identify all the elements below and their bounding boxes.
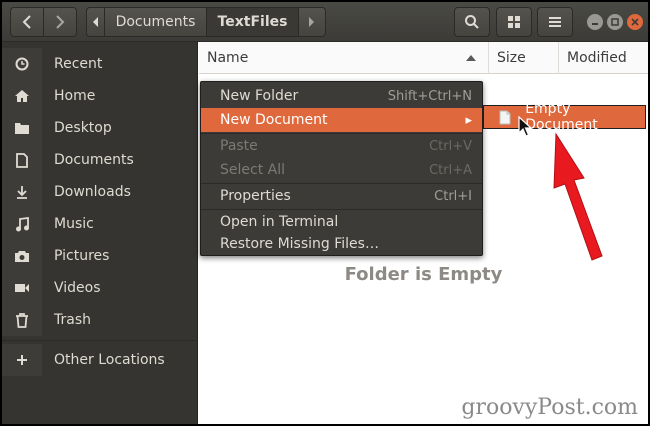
view-grid-button[interactable] [496,7,532,37]
menu-item-shortcut: Ctrl+I [434,188,472,204]
camera-icon [2,240,42,272]
new-document-submenu: Empty Document [483,101,646,133]
caret-right-icon [309,17,314,27]
sidebar-item-label: Home [54,88,96,104]
column-headers: Name Size Modified [199,42,648,74]
sidebar-item-recent[interactable]: Recent [2,48,198,80]
sidebar-item-downloads[interactable]: Downloads [2,176,198,208]
sidebar-divider [2,340,198,341]
folder-icon [2,112,42,144]
menu-button[interactable] [537,7,573,37]
sidebar-item-documents[interactable]: Documents [2,144,198,176]
sidebar-item-label: Videos [54,280,101,296]
submenu-arrow-icon: ▸ [465,112,472,128]
watermark: groovyPost.com [461,395,638,420]
sidebar-item-label: Other Locations [54,352,165,368]
submenu-item-empty-document[interactable]: Empty Document [484,101,645,133]
menu-item-shortcut: Ctrl+A [429,162,472,178]
submenu-item-label: Empty Document [525,101,598,133]
path-left-arrow[interactable] [87,8,105,36]
menu-item-select-all[interactable]: Select All Ctrl+A [201,158,482,182]
chevron-left-icon [22,15,31,29]
menu-item-label: New Folder [220,88,299,104]
sidebar-item-label: Downloads [54,184,131,200]
empty-folder-message: Folder is Empty [344,264,503,285]
column-size[interactable]: Size [489,42,559,74]
menu-item-new-document[interactable]: New Document ▸ [201,108,482,132]
path-bar: Documents TextFiles [86,7,326,37]
back-button[interactable] [10,7,44,37]
clock-icon [2,48,42,80]
music-icon [2,208,42,240]
maximize-button[interactable] [607,14,623,30]
plus-icon [2,344,42,376]
menu-item-label: Open in Terminal [220,214,339,230]
hamburger-icon [549,17,561,27]
sidebar-item-label: Trash [54,312,91,328]
column-modified-label: Modified [567,50,627,66]
sidebar-item-other-locations[interactable]: Other Locations [2,344,198,376]
caret-left-icon [92,17,98,27]
menu-item-paste[interactable]: Paste Ctrl+V [201,134,482,158]
column-size-label: Size [497,50,526,66]
search-icon [465,15,479,29]
sort-ascending-icon [466,55,476,61]
menu-item-shortcut: Ctrl+V [429,138,472,154]
mouse-cursor-icon [518,116,532,137]
sidebar-item-home[interactable]: Home [2,80,198,112]
sidebar-item-videos[interactable]: Videos [2,272,198,304]
close-button[interactable] [627,14,643,30]
menu-item-label: Properties [220,188,291,204]
sidebar-item-label: Desktop [54,120,112,136]
path-segment-documents[interactable]: Documents [105,8,207,36]
maximize-icon [611,18,619,26]
sidebar-item-label: Documents [54,152,134,168]
video-icon [2,272,42,304]
home-icon [2,80,42,112]
sidebar-item-label: Pictures [54,248,110,264]
path-segment-textfiles[interactable]: TextFiles [207,8,299,36]
menu-item-properties[interactable]: Properties Ctrl+I [201,184,482,208]
annotation-arrow-icon [553,132,603,261]
menu-item-label: New Document [220,112,328,128]
sidebar-item-music[interactable]: Music [2,208,198,240]
menu-item-open-in-terminal[interactable]: Open in Terminal [201,210,482,234]
menu-item-label: Restore Missing Files… [220,236,379,252]
sidebar-item-label: Recent [54,56,103,72]
search-button[interactable] [454,7,490,37]
path-right-arrow[interactable] [299,8,325,36]
menu-item-new-folder[interactable]: New Folder Shift+Ctrl+N [201,84,482,108]
column-modified[interactable]: Modified [559,42,648,74]
sidebar-item-trash[interactable]: Trash [2,304,198,336]
minimize-icon [592,23,598,25]
minimize-button[interactable] [587,14,603,30]
column-name-label: Name [207,50,249,66]
sidebar: Recent Home Desktop Documents Downloads [2,42,198,424]
close-icon [631,18,639,26]
chevron-right-icon [56,15,65,29]
document-icon [2,144,42,176]
column-name[interactable]: Name [199,42,489,74]
menu-item-shortcut: Shift+Ctrl+N [387,88,472,104]
menu-item-restore-missing-files[interactable]: Restore Missing Files… [201,232,482,256]
context-menu: New Folder Shift+Ctrl+N New Document ▸ P… [200,81,483,256]
grid-icon [508,16,520,28]
forward-button[interactable] [43,7,77,37]
download-icon [2,176,42,208]
sidebar-item-desktop[interactable]: Desktop [2,112,198,144]
menu-item-label: Select All [220,162,285,178]
sidebar-item-label: Music [54,216,94,232]
menu-item-label: Paste [220,138,258,154]
header-bar: Documents TextFiles [2,2,648,42]
sidebar-item-pictures[interactable]: Pictures [2,240,198,272]
trash-icon [2,304,42,336]
